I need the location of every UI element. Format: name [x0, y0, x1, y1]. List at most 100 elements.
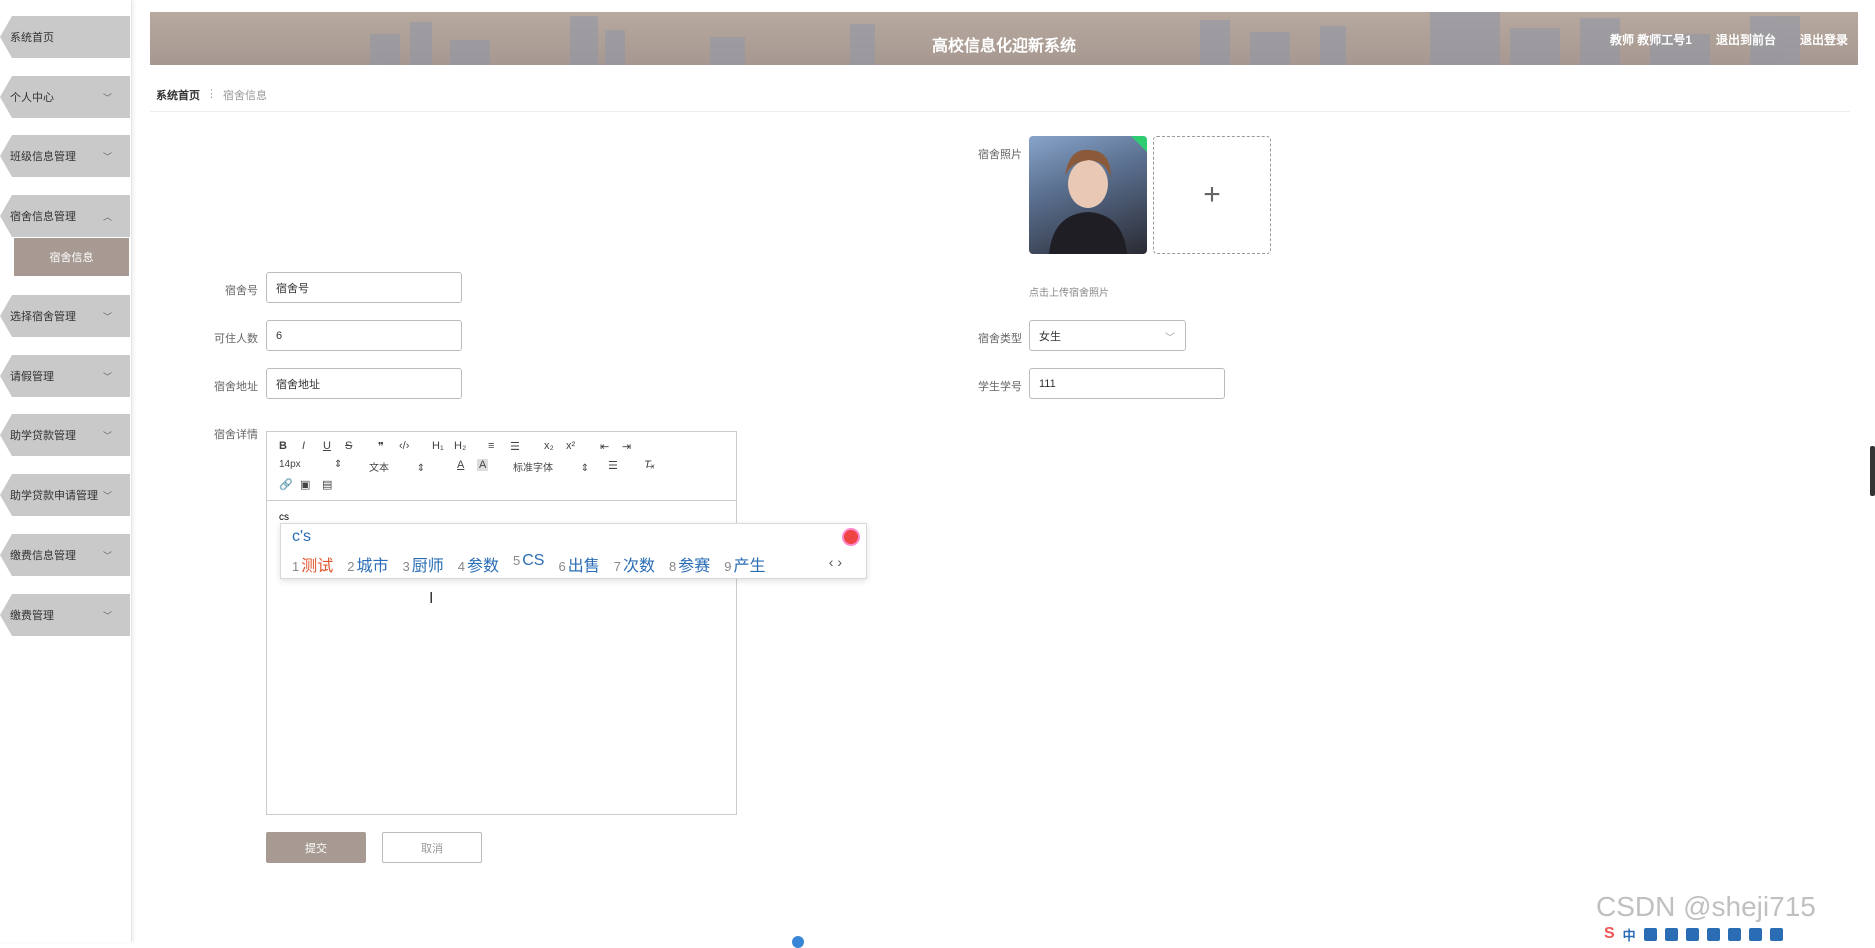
sidebar-item-dorm-select[interactable]: 选择宿舍管理 ﹀: [0, 295, 130, 337]
editor-content[interactable]: cs: [279, 512, 289, 523]
ime-candidate[interactable]: 5 CS: [513, 552, 544, 576]
chevron-down-icon: ﹀: [102, 610, 112, 621]
chevron-down-icon: ﹀: [1165, 333, 1175, 344]
upload-tip: 点击上传宿舍照片: [1029, 288, 1109, 299]
keyboard-icon[interactable]: [1706, 927, 1720, 941]
sidebar-item-label: 宿舍信息管理: [10, 211, 76, 223]
underline-button[interactable]: U: [323, 440, 331, 452]
breadcrumb: 系统首页 ⋮ 宿舍信息: [156, 87, 267, 103]
ime-candidate[interactable]: 7 次数: [614, 552, 655, 576]
heading2-button[interactable]: H₂: [454, 440, 466, 452]
clear-format-icon[interactable]: T̶ₓ: [644, 459, 655, 471]
bold-button[interactable]: B: [279, 440, 287, 452]
background-color-icon[interactable]: A: [477, 459, 489, 471]
sidebar-subitem-label: 宿舍信息: [49, 252, 94, 264]
ime-candidate[interactable]: 6 出售: [558, 552, 599, 576]
student-no-label: 学生学号: [978, 381, 1022, 393]
text-type-select[interactable]: 文本 ⇕: [369, 459, 425, 474]
breadcrumb-divider: [150, 111, 1850, 112]
sidebar-item-label: 选择宿舍管理: [10, 311, 76, 323]
dorm-no-label: 宿舍号: [225, 285, 258, 297]
photo-label: 宿舍照片: [978, 149, 1022, 161]
video-icon[interactable]: ▤: [322, 478, 332, 491]
ime-candidate[interactable]: 9 产生: [724, 552, 765, 576]
moon-icon[interactable]: [1643, 927, 1657, 941]
grid-icon[interactable]: [1769, 927, 1783, 941]
sidebar-item-home[interactable]: 系统首页: [0, 16, 130, 58]
dorm-no-input[interactable]: 宿舍号: [266, 272, 462, 303]
code-icon[interactable]: ‹/›: [399, 440, 409, 452]
shirt-icon[interactable]: [1748, 927, 1762, 941]
microphone-icon[interactable]: [1685, 927, 1699, 941]
submit-button[interactable]: 提交: [266, 832, 366, 863]
chevron-down-icon: ﹀: [102, 92, 112, 103]
upload-photo-button[interactable]: +: [1153, 136, 1271, 254]
person-photo-image: [1049, 149, 1127, 254]
dorm-type-value: 女生: [1039, 330, 1061, 343]
breadcrumb-home[interactable]: 系统首页: [156, 87, 200, 103]
text-type-value: 文本: [369, 463, 389, 474]
sidebar-subitem-dorm-info[interactable]: 宿舍信息: [14, 238, 129, 276]
chevron-up-icon: ︿: [102, 211, 112, 222]
chevron-down-icon: ﹀: [102, 490, 112, 501]
ime-candidate[interactable]: 4 参数: [458, 552, 499, 576]
sidebar-item-loan[interactable]: 助学贷款管理 ﹀: [0, 414, 130, 456]
font-color-icon[interactable]: A: [457, 459, 464, 471]
quote-icon[interactable]: ❞: [378, 440, 384, 453]
sidebar-item-leave[interactable]: 请假管理 ﹀: [0, 355, 130, 397]
capacity-label: 可住人数: [214, 333, 258, 345]
plus-icon: +: [1203, 178, 1221, 211]
sidebar-item-personal-center[interactable]: 个人中心 ﹀: [0, 76, 130, 118]
ime-mode-label[interactable]: 中: [1623, 925, 1636, 944]
address-input[interactable]: 宿舍地址: [266, 368, 462, 399]
ime-skin-icon: [842, 528, 860, 546]
back-to-top-icon[interactable]: [792, 936, 804, 948]
punctuation-icon[interactable]: [1664, 927, 1678, 941]
ime-candidate[interactable]: 2 城市: [347, 552, 388, 576]
bullet-list-icon[interactable]: ☰: [510, 440, 520, 453]
ime-page-nav[interactable]: ‹ ›: [829, 554, 842, 570]
font-size-select[interactable]: 14px ⇕: [279, 459, 342, 470]
italic-button[interactable]: I: [302, 440, 305, 452]
ime-candidate[interactable]: 1 测试: [292, 552, 333, 576]
sidebar-item-loan-application[interactable]: 助学贷款申请管理 ﹀: [0, 474, 130, 516]
dorm-type-select[interactable]: 女生 ﹀: [1029, 320, 1186, 351]
strike-button[interactable]: S: [345, 440, 352, 452]
app-title: 高校信息化迎新系统: [931, 38, 1076, 55]
sidebar-item-label: 助学贷款申请管理: [10, 490, 98, 502]
logout-link[interactable]: 退出登录: [1800, 31, 1848, 48]
rich-text-editor[interactable]: B I U S ❞ ‹/› H₁ H₂ ≡ ☰ x₂ x² ⇤ ⇥ 14px ⇕…: [266, 431, 737, 815]
link-icon[interactable]: 🔗: [279, 478, 293, 491]
user-icon[interactable]: [1727, 927, 1741, 941]
exit-to-front-link[interactable]: 退出到前台: [1716, 31, 1776, 48]
font-family-select[interactable]: 标准字体 ⇕: [513, 459, 589, 474]
current-user-label[interactable]: 教师 教师工号1: [1610, 31, 1692, 48]
student-no-input[interactable]: 111: [1029, 368, 1225, 399]
sidebar-item-label: 助学贷款管理: [10, 430, 76, 442]
ime-candidates: 1 测试 2 城市 3 厨师 4 参数 5 CS 6 出售 7 次数 8 参赛 9 产生: [292, 552, 765, 576]
dorm-photo-thumbnail[interactable]: [1029, 136, 1147, 254]
address-label: 宿舍地址: [214, 381, 258, 393]
outdent-icon[interactable]: ⇤: [600, 440, 609, 453]
sidebar-item-dorm-info[interactable]: 宿舍信息管理 ︿: [0, 195, 130, 237]
scrollbar[interactable]: [1870, 446, 1875, 496]
sidebar-item-label: 缴费信息管理: [10, 550, 76, 562]
ime-candidate[interactable]: 3 厨师: [403, 552, 444, 576]
heading1-button[interactable]: H₁: [432, 440, 444, 452]
subscript-button[interactable]: x₂: [544, 440, 554, 452]
sidebar-item-class-info[interactable]: 班级信息管理 ﹀: [0, 135, 130, 177]
indent-icon[interactable]: ⇥: [622, 440, 631, 453]
sidebar-item-fee-info[interactable]: 缴费信息管理 ﹀: [0, 534, 130, 576]
sidebar-item-fee[interactable]: 缴费管理 ﹀: [0, 594, 130, 636]
capacity-input[interactable]: 6: [266, 320, 462, 351]
superscript-button[interactable]: x²: [566, 440, 575, 452]
sidebar-item-label: 系统首页: [10, 32, 54, 44]
ime-candidate[interactable]: 8 参赛: [669, 552, 710, 576]
cancel-button[interactable]: 取消: [382, 832, 482, 863]
image-icon[interactable]: ▣: [300, 478, 310, 491]
editor-toolbar: B I U S ❞ ‹/› H₁ H₂ ≡ ☰ x₂ x² ⇤ ⇥ 14px ⇕…: [267, 432, 736, 501]
align-icon[interactable]: ☰: [608, 459, 618, 472]
ordered-list-icon[interactable]: ≡: [488, 440, 494, 452]
sidebar-item-label: 请假管理: [10, 371, 54, 383]
sogou-logo-icon: S: [1604, 925, 1615, 942]
